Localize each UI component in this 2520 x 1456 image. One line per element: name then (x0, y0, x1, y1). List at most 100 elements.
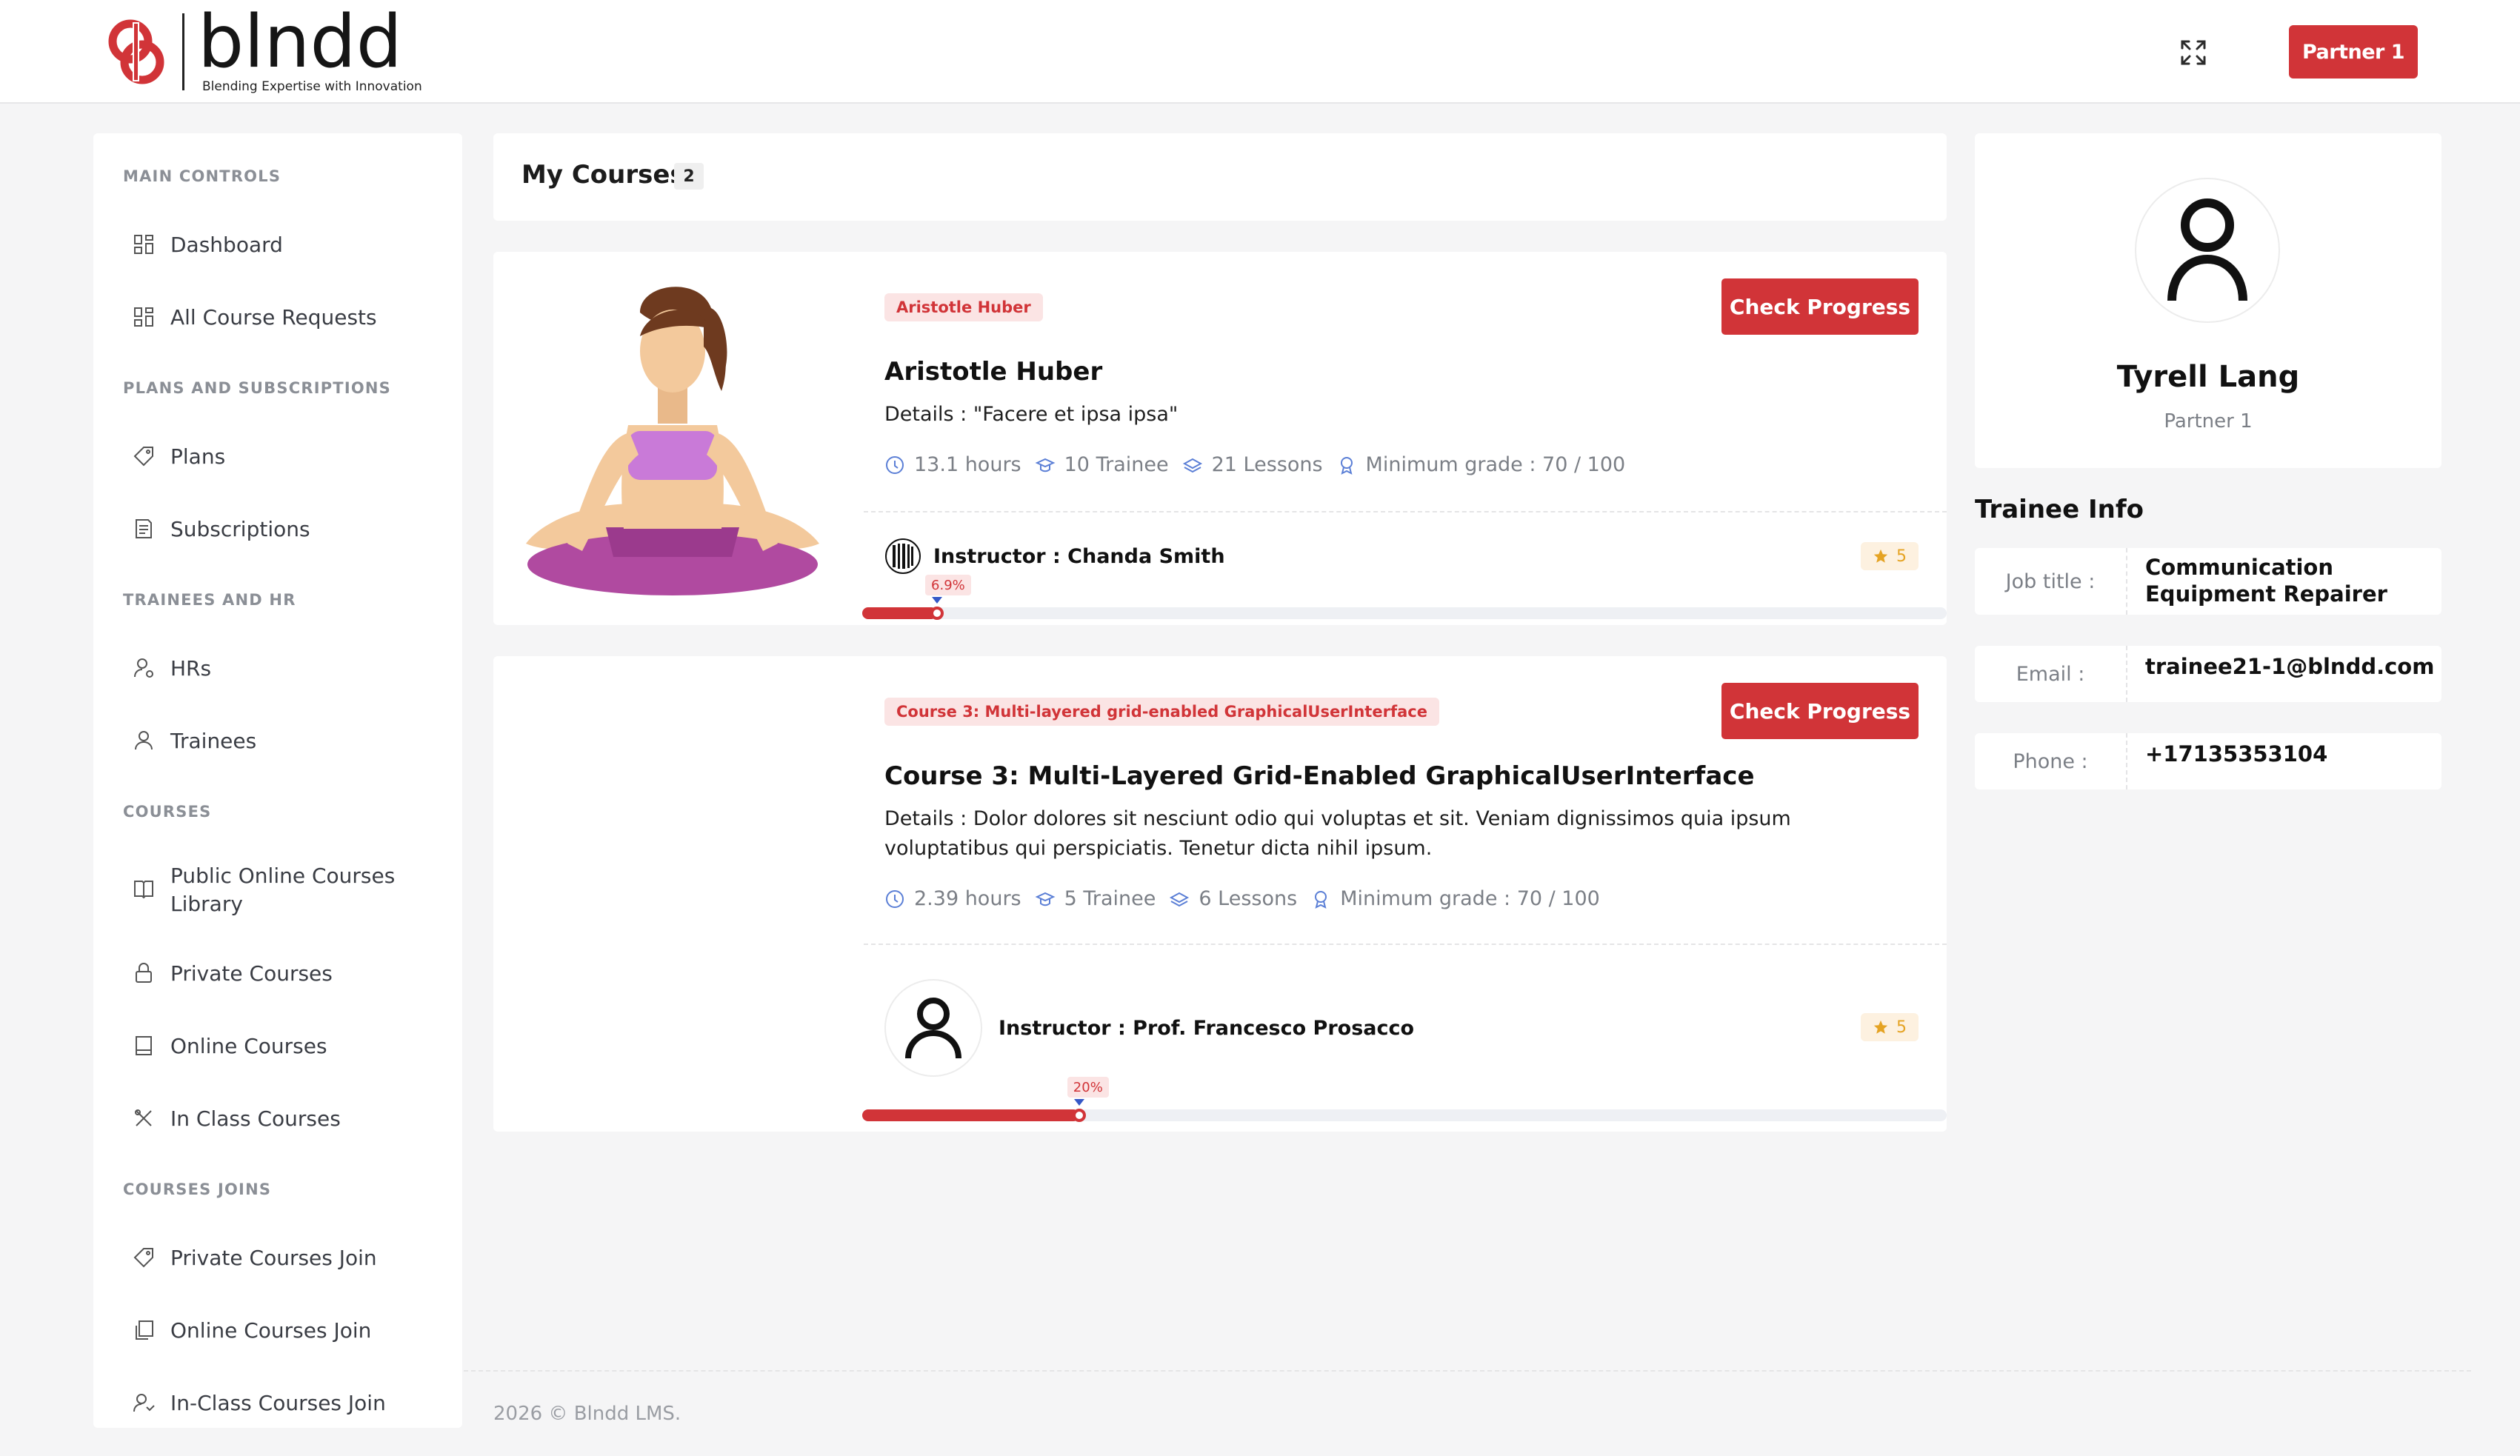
sidebar-item-dashboard[interactable]: Dashboard (132, 231, 443, 259)
footer-copyright: 2026 © Blndd LMS. (493, 1403, 681, 1425)
badge-icon (1340, 456, 1353, 475)
tag-icon (133, 447, 153, 467)
layers-icon (1182, 458, 1202, 472)
sidebar-item-hrs[interactable]: HRs (132, 655, 443, 683)
sidebar-item-public-online-courses-library[interactable]: Public Online Courses Library (132, 862, 399, 918)
sidebar-item-trainees[interactable]: Trainees (132, 727, 443, 755)
user-gear-icon (134, 658, 153, 678)
logo-wordmark: blndd (198, 0, 402, 84)
check-progress-button[interactable]: Check Progress (1721, 683, 1919, 739)
grid-icon (134, 235, 153, 254)
instructor-avatar[interactable] (884, 538, 921, 575)
sidebar-item-label: Public Online Courses Library (170, 864, 396, 916)
sidebar-item-label: HRs (170, 656, 212, 681)
tools-icon (135, 1109, 152, 1126)
hours-stat: 2.39 hours (884, 887, 1021, 910)
progress-track (862, 607, 1947, 619)
top-header: blndd Blending Expertise with Innovation… (0, 0, 2520, 104)
progress-bar (862, 607, 938, 619)
sidebar-item-label: Private Courses (170, 961, 333, 986)
course-tag: Aristotle Huber (884, 293, 1043, 321)
job-title-value: Communication Equipment Repairer (2145, 555, 2387, 607)
sidebar-item-all-course-requests[interactable]: All Course Requests (132, 304, 443, 332)
lessons-stat: 21 Lessons (1182, 453, 1323, 476)
clock-icon (886, 889, 904, 908)
progress-bar (862, 1109, 1079, 1121)
copy-icon (136, 1320, 153, 1340)
sidebar-item-label: Subscriptions (170, 517, 310, 541)
card-divider (864, 511, 1947, 512)
course-details: Details : "Facere et ipsa ipsa" (884, 403, 1179, 426)
course-title[interactable]: Aristotle Huber (884, 357, 1102, 387)
expand-icon (2181, 40, 2206, 65)
fullscreen-button[interactable] (2176, 36, 2210, 70)
sidebar-item-label: All Course Requests (170, 305, 377, 330)
instructor-row: Instructor : Prof. Francesco Prosacco (884, 979, 1414, 1077)
clock-icon (886, 455, 904, 474)
sidebar-item-subscriptions[interactable]: Subscriptions (132, 515, 443, 544)
sidebar-item-in-class-courses[interactable]: In Class Courses (132, 1105, 443, 1133)
course-tag: Course 3: Multi-layered grid-enabled Gra… (884, 698, 1439, 726)
grade-stat: Minimum grade : 70 / 100 (1336, 453, 1625, 476)
trainee-info-title: Trainee Info (1975, 495, 2144, 524)
progress-caret-icon (1073, 1099, 1084, 1106)
avatar[interactable] (2135, 178, 2280, 323)
layers-icon (1170, 892, 1190, 906)
course-stats: 2.39 hours 5 Trainee 6 Lessons Minimum g… (884, 887, 1613, 910)
sidebar-item-label: In-Class Courses Join (170, 1391, 386, 1415)
logo-divider (182, 13, 184, 90)
sidebar-item-plans[interactable]: Plans (132, 443, 443, 471)
book-open-icon (134, 881, 153, 899)
book-icon (136, 1036, 152, 1055)
graduation-cap-icon (1035, 458, 1056, 472)
profile-card: Tyrell Lang Partner 1 (1975, 133, 2441, 468)
lessons-value: 6 Lessons (1199, 887, 1298, 910)
check-progress-button[interactable]: Check Progress (1721, 278, 1919, 335)
lessons-stat: 6 Lessons (1169, 887, 1297, 910)
rating-badge: 5 (1861, 542, 1919, 570)
brand-logo[interactable]: blndd Blending Expertise with Innovation (102, 0, 422, 94)
users-icon (133, 1394, 155, 1412)
profile-name: Tyrell Lang (2116, 360, 2300, 394)
sidebar-item-online-courses[interactable]: Online Courses (132, 1032, 443, 1061)
phone-row: Phone : +17135353104 (1975, 733, 2441, 789)
instructor-row: Instructor : Chanda Smith (884, 538, 1225, 575)
sidebar-item-private-courses-join[interactable]: Private Courses Join (132, 1244, 443, 1272)
trainees-value: 5 Trainee (1064, 887, 1156, 910)
email-label: Email : (1975, 646, 2127, 702)
rating-badge: 5 (1861, 1013, 1919, 1041)
sidebar-item-private-courses[interactable]: Private Courses (132, 960, 443, 988)
course-card: Course 3: Multi-layered grid-enabled Gra… (493, 656, 1947, 1132)
lock-icon (136, 963, 152, 983)
star-icon (1873, 549, 1888, 563)
section-plans-subscriptions: PLANS AND SUBSCRIPTIONS (123, 379, 391, 397)
lessons-value: 21 Lessons (1211, 453, 1323, 476)
rating-value: 5 (1896, 1018, 1907, 1037)
progress-handle (1072, 1109, 1086, 1122)
progress-handle (930, 607, 944, 620)
progress-label: 20% (1067, 1077, 1109, 1098)
section-trainees-hr: TRAINEES AND HR (123, 591, 296, 609)
section-courses: COURSES (123, 803, 212, 821)
email-value: trainee21-1@blndd.com (2145, 654, 2435, 679)
course-title[interactable]: Course 3: Multi-Layered Grid-Enabled Gra… (884, 761, 1755, 791)
trainees-stat: 10 Trainee (1035, 453, 1169, 476)
sidebar-item-online-courses-join[interactable]: Online Courses Join (132, 1317, 443, 1345)
graduation-cap-icon (1035, 892, 1056, 906)
sidebar-item-label: Trainees (170, 729, 257, 753)
instructor-name: Instructor : Chanda Smith (933, 544, 1225, 568)
progress-label: 6.9% (925, 575, 971, 595)
section-courses-joins: COURSES JOINS (123, 1181, 272, 1198)
course-count-badge: 2 (674, 163, 704, 190)
course-details: Details : Dolor dolores sit nesciunt odi… (884, 807, 1791, 860)
my-courses-header: My Courses 2 (493, 133, 1947, 221)
star-icon (1873, 1020, 1888, 1034)
trainees-value: 10 Trainee (1064, 453, 1169, 476)
user-icon (905, 998, 961, 1059)
instructor-avatar[interactable] (884, 979, 982, 1077)
sidebar-item-label: Online Courses (170, 1034, 327, 1058)
partner-menu-button[interactable]: Partner 1 (2289, 25, 2418, 79)
sidebar-item-in-class-courses-join[interactable]: In-Class Courses Join (132, 1389, 443, 1417)
sidebar-item-label: Plans (170, 444, 226, 469)
job-title-label: Job title : (1975, 548, 2127, 615)
